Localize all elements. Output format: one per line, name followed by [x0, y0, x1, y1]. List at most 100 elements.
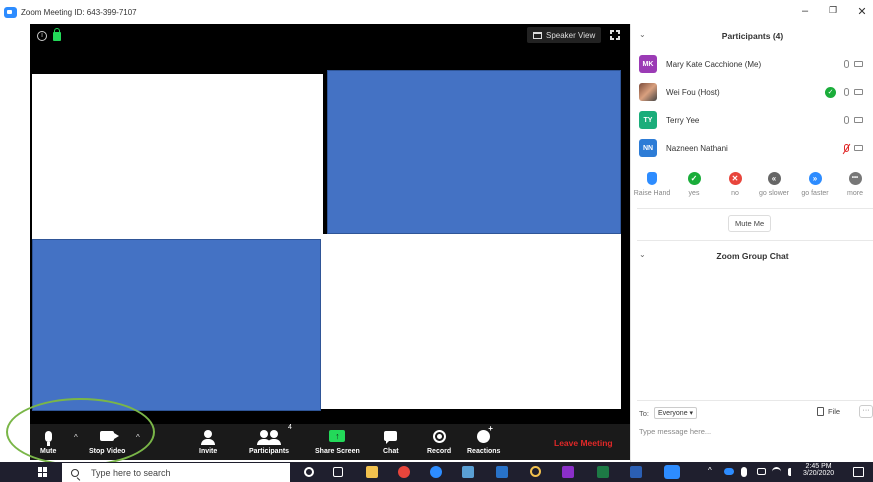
- muted-microphone-icon[interactable]: [844, 144, 849, 152]
- video-camera-icon[interactable]: [854, 145, 863, 151]
- avatar: [639, 83, 657, 101]
- participant-row[interactable]: Wei Fou (Host) ✓: [631, 80, 873, 104]
- chat-more-button[interactable]: ···: [859, 405, 873, 418]
- participants-button[interactable]: 4 Participants: [249, 424, 292, 455]
- file-explorer-icon[interactable]: [366, 466, 378, 478]
- go-faster-button[interactable]: » go faster: [795, 172, 835, 197]
- participant-row[interactable]: NN Nazneen Nathani: [631, 136, 873, 160]
- participant-row[interactable]: MK Mary Kate Cacchione (Me): [631, 52, 873, 76]
- task-view-icon[interactable]: [333, 467, 343, 477]
- taskbar-search[interactable]: Type here to search: [62, 463, 290, 482]
- check-icon: ✓: [825, 86, 836, 98]
- avatar: MK: [639, 55, 657, 73]
- windows-start-icon[interactable]: [38, 467, 48, 477]
- collapse-chat-icon[interactable]: ⌄: [639, 250, 646, 259]
- title-bar: Zoom Meeting ID: 643-399-7107 – ❐ ✕: [0, 0, 873, 24]
- chrome-icon[interactable]: [398, 466, 410, 478]
- microphone-icon[interactable]: [844, 60, 849, 68]
- video-tile[interactable]: [321, 234, 621, 409]
- restore-button[interactable]: ❐: [826, 5, 840, 16]
- video-camera-icon[interactable]: [854, 117, 863, 123]
- video-tile[interactable]: [32, 74, 323, 240]
- raise-hand-button[interactable]: Raise Hand: [632, 172, 672, 197]
- reactions-label: Reactions: [467, 448, 501, 455]
- invite-button[interactable]: Invite: [199, 427, 217, 455]
- more-icon: •••: [848, 172, 862, 185]
- onedrive-icon[interactable]: [724, 468, 734, 475]
- chat-label: Chat: [383, 448, 399, 455]
- video-tile[interactable]: [32, 239, 321, 411]
- participants-icon: [257, 430, 282, 445]
- mute-me-button[interactable]: Mute Me: [728, 215, 772, 232]
- close-button[interactable]: ✕: [855, 5, 869, 18]
- more-label: more: [847, 190, 863, 197]
- meeting-info-icon[interactable]: i: [37, 30, 47, 41]
- teams-icon[interactable]: [462, 466, 474, 478]
- tray-mic-icon[interactable]: [741, 467, 747, 477]
- microphone-icon[interactable]: [844, 88, 849, 96]
- participant-name: Terry Yee: [666, 115, 700, 125]
- to-label: To:: [639, 408, 650, 418]
- participants-panel: ⌄ Participants (4) MK Mary Kate Cacchion…: [630, 24, 873, 462]
- recipient-select[interactable]: Everyone ▾: [654, 407, 698, 419]
- chat-message-input[interactable]: Type message here...: [639, 427, 711, 436]
- rewind-icon: «: [767, 172, 781, 185]
- zoom-window: Zoom Meeting ID: 643-399-7107 – ❐ ✕ i Sp…: [0, 0, 873, 482]
- share-screen-icon: ↑: [329, 430, 346, 442]
- share-screen-button[interactable]: ↑ Share Screen: [315, 427, 360, 455]
- chat-button[interactable]: Chat: [383, 427, 399, 455]
- microphone-icon[interactable]: [844, 116, 849, 124]
- word-icon[interactable]: [630, 466, 642, 478]
- notification-icon[interactable]: [853, 467, 864, 477]
- reactions-icon: [477, 424, 493, 443]
- more-reactions-button[interactable]: ••• more: [835, 172, 873, 197]
- record-icon: [432, 429, 446, 443]
- x-icon: ✕: [728, 172, 742, 185]
- go-slower-button[interactable]: « go slower: [754, 172, 794, 197]
- app-icon[interactable]: [530, 466, 541, 477]
- yes-button[interactable]: ✓ yes: [674, 172, 714, 197]
- edge-icon[interactable]: [430, 466, 442, 478]
- participant-name: Mary Kate Cacchione (Me): [666, 59, 762, 69]
- nonverbal-feedback-bar: Raise Hand ✓ yes ✕ no « go slower » go f…: [631, 172, 873, 206]
- volume-icon[interactable]: [788, 468, 796, 476]
- video-camera-icon[interactable]: [854, 61, 863, 67]
- speaker-view-label: Speaker View: [546, 30, 596, 40]
- file-button[interactable]: File: [817, 407, 840, 416]
- excel-icon[interactable]: [597, 466, 609, 478]
- clock[interactable]: 2:45 PM 3/20/2020: [803, 463, 834, 477]
- check-icon: ✓: [687, 172, 701, 185]
- invite-label: Invite: [199, 448, 218, 455]
- clock-time: 2:45 PM: [805, 463, 832, 470]
- outlook-icon[interactable]: [496, 466, 508, 478]
- windows-taskbar: Type here to search ^ 2:45 PM 3/20/2020: [0, 462, 873, 482]
- participant-name: Wei Fou (Host): [666, 87, 720, 97]
- participant-row[interactable]: TY Terry Yee: [631, 108, 873, 132]
- participants-header: ⌄ Participants (4): [631, 24, 873, 48]
- video-camera-icon[interactable]: [854, 89, 863, 95]
- battery-icon[interactable]: [757, 468, 766, 475]
- zoom-taskbar-icon[interactable]: [664, 465, 680, 479]
- minimize-button[interactable]: –: [798, 5, 812, 17]
- video-tile[interactable]: [327, 70, 621, 234]
- fast-forward-icon: »: [808, 172, 822, 185]
- onenote-icon[interactable]: [562, 466, 574, 478]
- encryption-lock-icon[interactable]: [53, 28, 61, 41]
- collapse-participants-icon[interactable]: ⌄: [639, 30, 646, 39]
- leave-meeting-button[interactable]: Leave Meeting: [554, 438, 613, 448]
- chat-title: Zoom Group Chat: [716, 251, 789, 261]
- speaker-view-icon: [533, 31, 542, 39]
- record-button[interactable]: Record: [427, 427, 451, 455]
- fullscreen-icon[interactable]: [609, 29, 621, 41]
- cortana-icon[interactable]: [304, 467, 314, 477]
- go-faster-label: go faster: [801, 190, 829, 197]
- raise-hand-label: Raise Hand: [633, 190, 671, 197]
- participants-title: Participants (4): [721, 31, 784, 41]
- tray-chevron-icon[interactable]: ^: [708, 466, 712, 475]
- wifi-icon[interactable]: [772, 467, 781, 476]
- raise-hand-icon: [647, 172, 657, 185]
- reactions-button[interactable]: Reactions: [467, 424, 501, 456]
- file-label: File: [828, 407, 841, 416]
- no-button[interactable]: ✕ no: [715, 172, 755, 197]
- speaker-view-button[interactable]: Speaker View: [527, 27, 602, 43]
